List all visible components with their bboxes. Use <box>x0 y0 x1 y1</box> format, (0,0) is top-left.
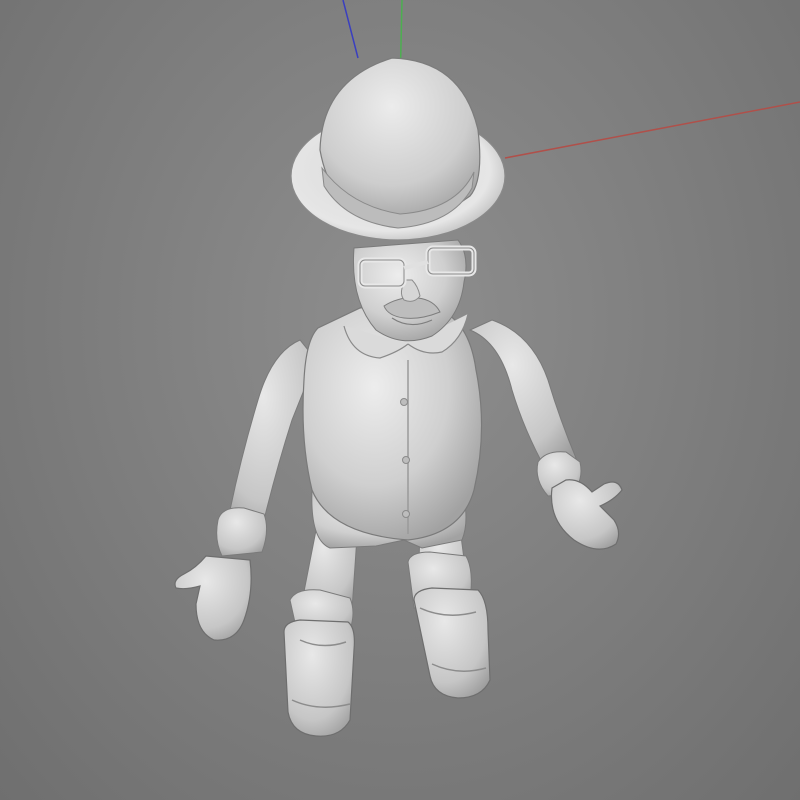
z-axis-line <box>342 0 359 59</box>
3d-viewport[interactable] <box>0 0 800 800</box>
left-leg[interactable] <box>283 519 359 737</box>
bowler-hat[interactable] <box>290 57 506 241</box>
character-model[interactable] <box>174 57 623 737</box>
x-axis-line <box>504 101 800 159</box>
right-leg[interactable] <box>407 527 491 699</box>
viewport-scene[interactable] <box>0 0 800 800</box>
torso-shirt[interactable] <box>302 304 483 541</box>
right-arm[interactable] <box>468 319 623 550</box>
